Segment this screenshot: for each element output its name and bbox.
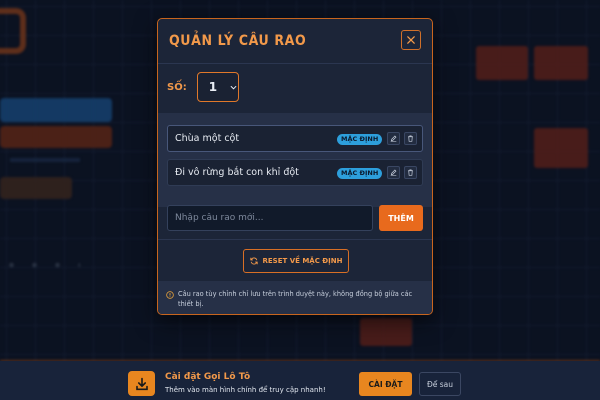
- reset-label: RESET VỀ MẶC ĐỊNH: [262, 257, 343, 265]
- manage-phrases-modal: QUẢN LÝ CÂU RAO SỐ: 1 Chùa một cột MẶC Đ…: [157, 18, 433, 315]
- download-icon: [135, 377, 148, 390]
- new-phrase-input[interactable]: [167, 205, 373, 231]
- install-button[interactable]: CÀI ĐẶT: [359, 372, 412, 396]
- default-badge: MẶC ĐỊNH: [337, 168, 383, 179]
- edit-button[interactable]: [387, 132, 400, 145]
- note-area: Câu rao tùy chỉnh chỉ lưu trên trình duy…: [158, 281, 432, 314]
- chevron-down-icon: [230, 85, 237, 90]
- delete-button[interactable]: [404, 166, 417, 179]
- edit-icon: [390, 135, 397, 142]
- phrase-list: Chùa một cột MẶC ĐỊNH Đi vô rừng bắt con…: [158, 113, 432, 207]
- install-title: Cài đặt Gọi Lô Tô: [165, 372, 251, 382]
- later-button[interactable]: Để sau: [419, 372, 461, 396]
- edit-button[interactable]: [387, 166, 400, 179]
- default-badge: MẶC ĐỊNH: [337, 134, 383, 145]
- edit-icon: [390, 169, 397, 176]
- close-button[interactable]: [401, 30, 421, 50]
- number-select-value: 1: [208, 80, 218, 94]
- phrase-item: Đi vô rừng bắt con khỉ đột MẶC ĐỊNH: [167, 159, 423, 186]
- phrase-item: Chùa một cột MẶC ĐỊNH: [167, 125, 423, 152]
- number-label: SỐ:: [167, 81, 187, 93]
- refresh-icon: [249, 257, 258, 265]
- install-subtitle: Thêm vào màn hình chính để truy cập nhan…: [165, 386, 326, 394]
- phrase-text: Đi vô rừng bắt con khỉ đột: [175, 167, 299, 178]
- number-select[interactable]: 1: [196, 72, 239, 102]
- download-button[interactable]: [128, 371, 155, 396]
- trash-icon: [408, 169, 413, 176]
- number-selector-row: SỐ: 1: [167, 71, 239, 103]
- modal-header: QUẢN LÝ CÂU RAO: [158, 19, 432, 64]
- modal-title: QUẢN LÝ CÂU RAO: [169, 33, 307, 49]
- info-icon: [166, 291, 174, 299]
- divider: [158, 239, 432, 240]
- close-icon: [407, 36, 415, 44]
- trash-icon: [408, 135, 413, 142]
- note-text: Câu rao tùy chỉnh chỉ lưu trên trình duy…: [178, 290, 413, 308]
- reset-default-button[interactable]: RESET VỀ MẶC ĐỊNH: [243, 249, 349, 273]
- install-bar: Cài đặt Gọi Lô Tô Thêm vào màn hình chín…: [0, 361, 600, 400]
- add-button[interactable]: THÊM: [379, 205, 423, 231]
- delete-button[interactable]: [404, 132, 417, 145]
- phrase-text: Chùa một cột: [175, 133, 240, 144]
